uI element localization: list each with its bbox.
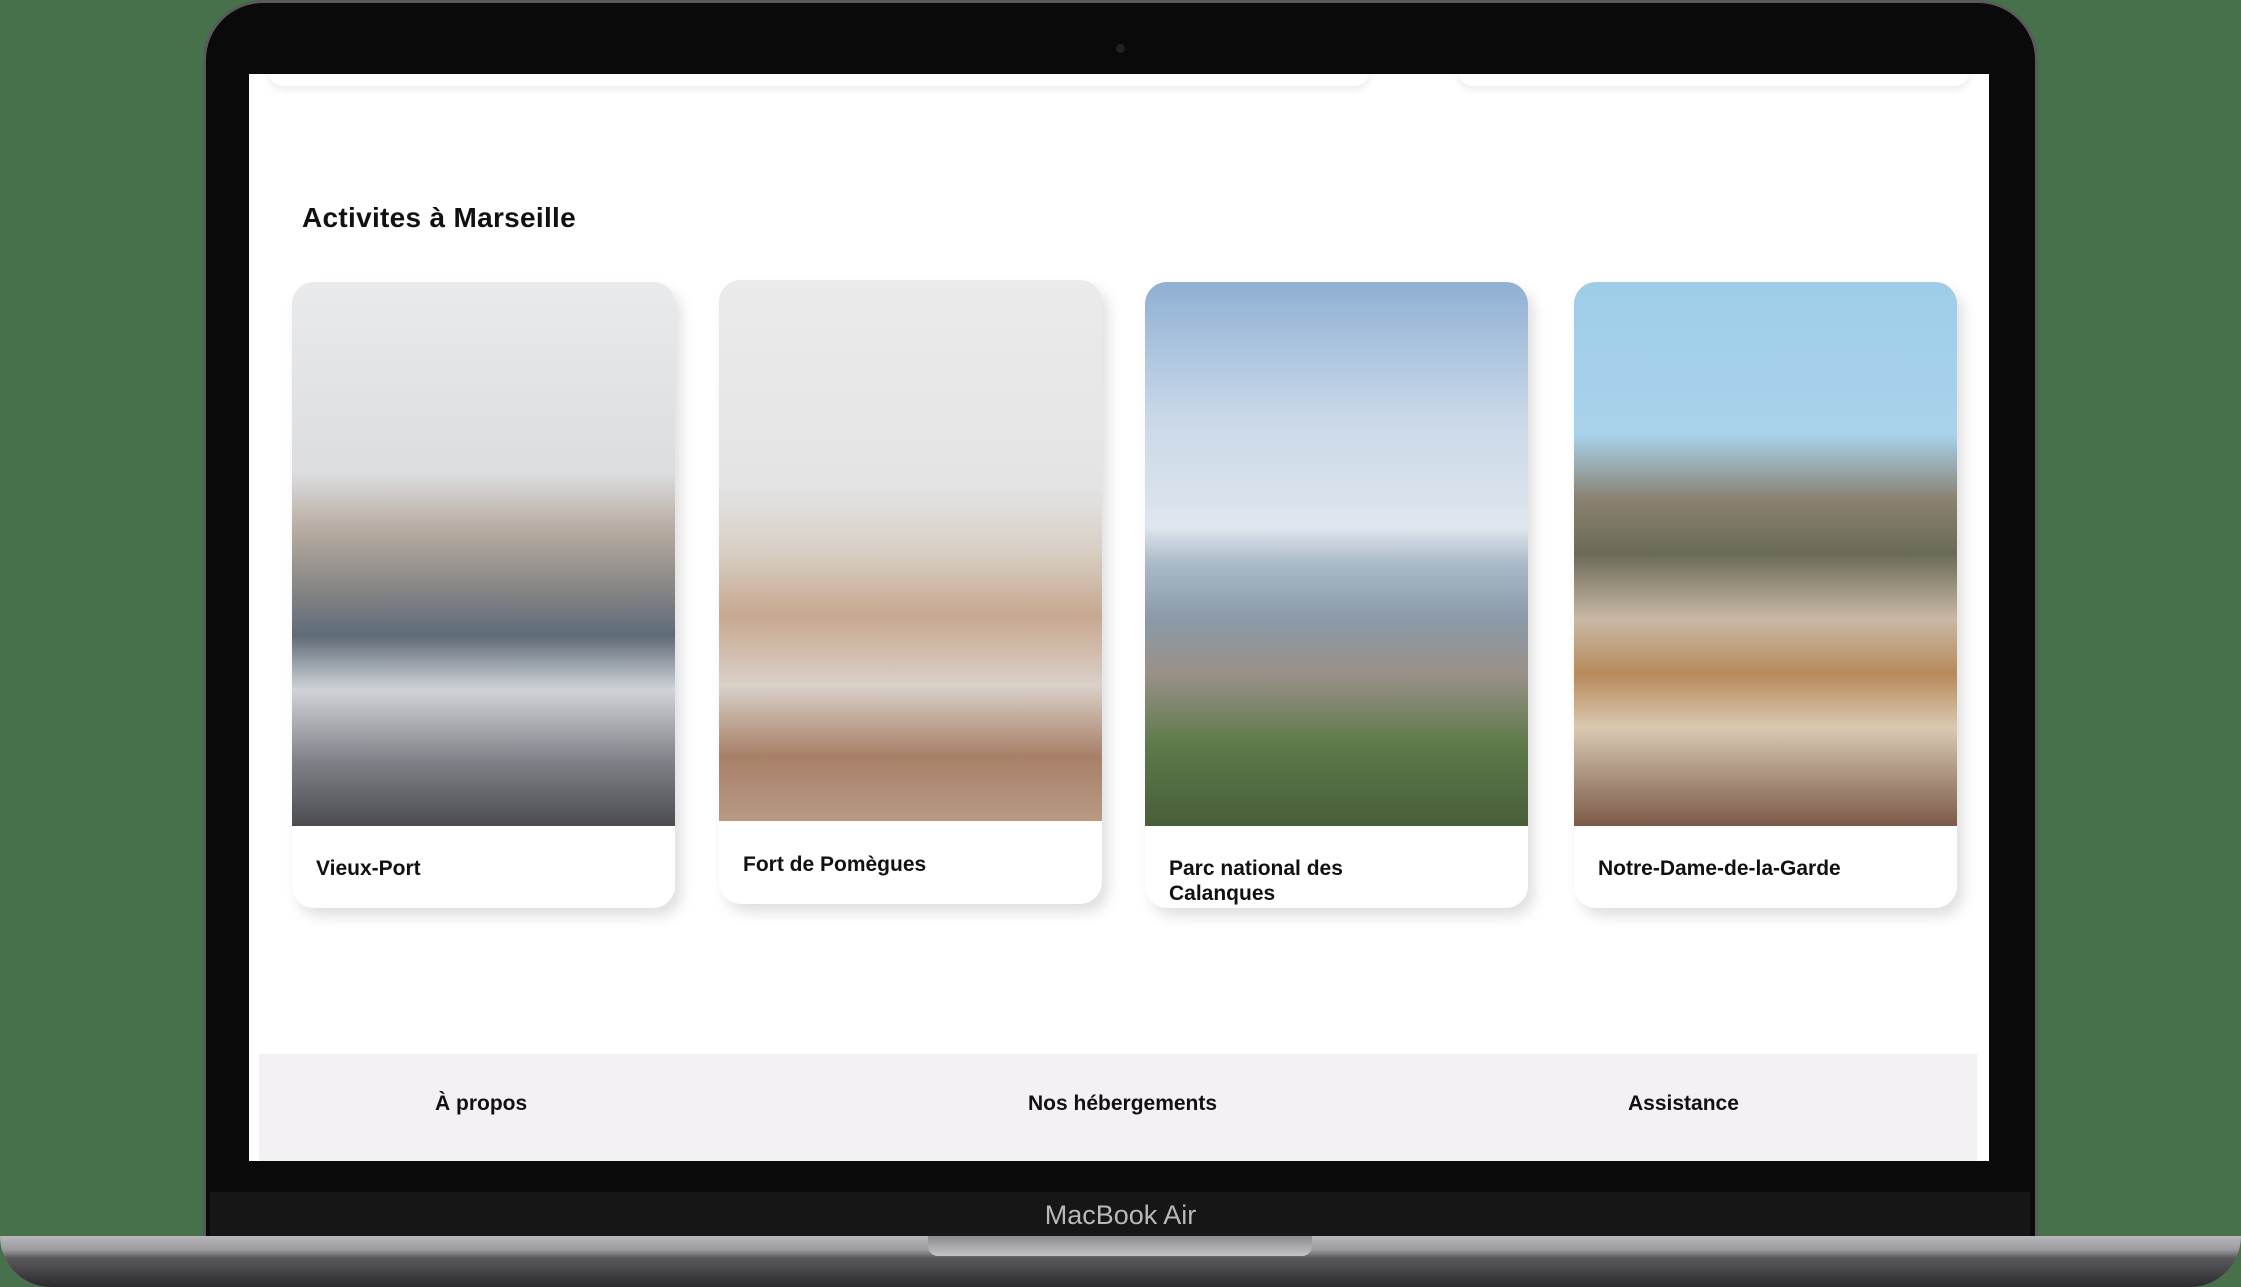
footer-heading-about: À propos [435, 1092, 528, 1115]
previous-section-card [1459, 74, 1969, 86]
footer-heading-support: Assistance [1628, 1092, 1739, 1115]
activity-card-notre-dame[interactable]: Notre-Dame-de-la-Garde [1574, 282, 1957, 908]
activity-image [292, 282, 675, 826]
activity-name: Vieux-Port [316, 857, 421, 880]
laptop-hinge-notch [928, 1236, 1312, 1256]
browser-viewport: Activites à Marseille Vieux-Port Fort de… [249, 74, 1989, 1161]
activity-name: Notre-Dame-de-la-Garde [1598, 857, 1841, 880]
activity-card-vieux-port[interactable]: Vieux-Port [292, 282, 675, 908]
activity-card-fort-pomegues[interactable]: Fort de Pomègues [719, 280, 1102, 904]
activity-name: Fort de Pomègues [743, 853, 927, 876]
activity-name: Parc national des Calanques [1169, 857, 1343, 905]
footer-heading-accommodations: Nos hébergements [1028, 1092, 1218, 1115]
activity-image [1574, 282, 1957, 826]
site-footer: À propos Nos hébergements Assistance [259, 1054, 1977, 1161]
activity-image [719, 280, 1102, 821]
section-title: Activites à Marseille [302, 202, 576, 233]
previous-section-card [269, 74, 1369, 86]
camera-icon [1116, 44, 1125, 53]
device-label: MacBook Air [1044, 1200, 1197, 1230]
activity-image [1145, 282, 1528, 826]
activity-card-calanques[interactable]: Parc national des Calanques [1145, 282, 1528, 908]
